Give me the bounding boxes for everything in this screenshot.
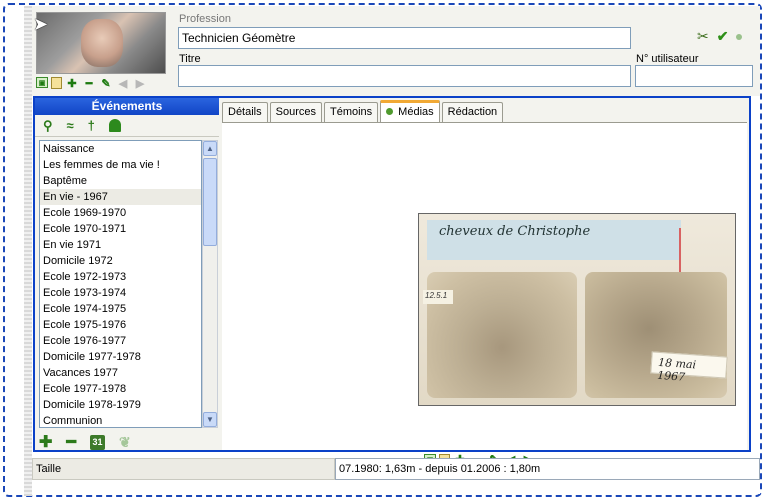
events-scrollbar[interactable]: ▲ ▼ bbox=[202, 140, 218, 428]
add-event-icon[interactable]: ✚ bbox=[39, 432, 52, 452]
tab-medias-label: Médias bbox=[398, 106, 434, 118]
media-small-tag: 12.5.1 bbox=[423, 290, 453, 304]
list-item[interactable]: Domicile 1977-1978 bbox=[40, 349, 201, 365]
attribute-label: Taille bbox=[32, 458, 335, 480]
list-item[interactable]: Domicile 1972 bbox=[40, 253, 201, 269]
events-panel: Événements ⚲ ≈ † Naissance Les femmes de… bbox=[35, 98, 219, 452]
header-actions: ✂ ✔ bbox=[697, 28, 743, 45]
media-image[interactable]: cheveux de Christophe 12.5.1 18 mai 1967 bbox=[418, 213, 736, 406]
calendar-icon[interactable]: 31 bbox=[90, 434, 106, 450]
photo-toolbar: ▣ ✚ ━ ✎ ◀ ▶ bbox=[36, 77, 147, 90]
profession-field[interactable]: Technicien Géomètre bbox=[178, 27, 631, 49]
list-item[interactable]: Ecole 1974-1975 bbox=[40, 301, 201, 317]
list-item[interactable]: Vacances 1977 bbox=[40, 365, 201, 381]
list-item[interactable]: Ecole 1972-1973 bbox=[40, 269, 201, 285]
tab-details[interactable]: Détails bbox=[222, 102, 268, 122]
media-dot-icon bbox=[386, 108, 394, 115]
tab-redaction[interactable]: Rédaction bbox=[441, 102, 504, 122]
scroll-thumb[interactable] bbox=[203, 158, 217, 246]
list-item[interactable]: Baptême bbox=[40, 173, 201, 189]
main-panel: Événements ⚲ ≈ † Naissance Les femmes de… bbox=[33, 96, 751, 466]
check-icon[interactable]: ✔ bbox=[717, 28, 729, 45]
photo-edit-icon[interactable]: ✎ bbox=[99, 77, 113, 90]
detail-tabs: Détails Sources Témoins Médias Rédaction bbox=[222, 100, 505, 122]
photo-remove-icon[interactable]: ━ bbox=[82, 77, 96, 90]
list-item[interactable]: Naissance bbox=[40, 141, 201, 157]
photo-add-icon[interactable]: ✚ bbox=[65, 77, 79, 90]
scroll-up-icon[interactable]: ▲ bbox=[203, 141, 217, 156]
events-title: Événements bbox=[35, 98, 219, 115]
scroll-down-icon[interactable]: ▼ bbox=[203, 412, 217, 427]
mouse-cursor-icon: ➤ bbox=[33, 14, 49, 34]
titre-label: Titre bbox=[179, 53, 201, 65]
events-footer-toolbar: ✚ ━ 31 ❦ bbox=[39, 432, 131, 452]
photo-prev-icon[interactable]: ◀ bbox=[116, 77, 130, 90]
tab-medias[interactable]: Médias bbox=[380, 100, 440, 122]
user-number-field[interactable] bbox=[635, 65, 753, 87]
profession-label: Profession bbox=[179, 13, 231, 25]
list-item[interactable]: Ecole 1969-1970 bbox=[40, 205, 201, 221]
list-item[interactable]: Ecole 1977-1978 bbox=[40, 381, 201, 397]
photo-view-icon[interactable]: ▣ bbox=[36, 77, 48, 88]
left-splitter[interactable] bbox=[24, 6, 32, 496]
scissors-icon[interactable]: ✂ bbox=[697, 28, 709, 45]
tab-temoins[interactable]: Témoins bbox=[323, 102, 379, 122]
list-item[interactable]: Ecole 1973-1974 bbox=[40, 285, 201, 301]
media-handwritten-label: cheveux de Christophe bbox=[427, 220, 681, 260]
events-toolbar: ⚲ ≈ † bbox=[35, 115, 219, 137]
attribute-row: Taille 07.1980: 1,63m - depuis 01.2006 :… bbox=[32, 458, 760, 494]
titre-field[interactable] bbox=[178, 65, 631, 87]
list-item[interactable]: Les femmes de ma vie ! bbox=[40, 157, 201, 173]
list-item[interactable]: Ecole 1976-1977 bbox=[40, 333, 201, 349]
media-date-tag: 18 mai 1967 bbox=[650, 351, 728, 384]
tab-sources[interactable]: Sources bbox=[269, 102, 322, 122]
leaf-icon[interactable]: ❦ bbox=[119, 434, 131, 451]
link-events-icon[interactable]: ⚲ bbox=[43, 118, 53, 134]
list-item[interactable]: Communion bbox=[40, 413, 201, 427]
tombstone-icon[interactable] bbox=[108, 119, 121, 132]
events-list[interactable]: Naissance Les femmes de ma vie ! Baptême… bbox=[39, 140, 202, 428]
media-tab-body: cheveux de Christophe 12.5.1 18 mai 1967… bbox=[222, 122, 747, 466]
photo-next-icon[interactable]: ▶ bbox=[133, 77, 147, 90]
list-item[interactable]: En vie 1971 bbox=[40, 237, 201, 253]
attribute-value[interactable]: 07.1980: 1,63m - depuis 01.2006 : 1,80m bbox=[335, 458, 760, 480]
event-detail-panel: Détails Sources Témoins Médias Rédaction… bbox=[220, 98, 749, 466]
status-dot-icon bbox=[736, 33, 743, 40]
remove-event-icon[interactable]: ━ bbox=[66, 432, 76, 452]
list-item[interactable]: Ecole 1970-1971 bbox=[40, 221, 201, 237]
list-item[interactable]: Ecole 1975-1976 bbox=[40, 317, 201, 333]
person-photo[interactable] bbox=[36, 12, 166, 74]
list-item[interactable]: Domicile 1978-1979 bbox=[40, 397, 201, 413]
approx-icon[interactable]: ≈ bbox=[67, 118, 74, 133]
user-number-label: N° utilisateur bbox=[636, 53, 699, 65]
photo-book-icon[interactable] bbox=[51, 77, 62, 89]
list-item-selected[interactable]: En vie - 1967 bbox=[40, 189, 201, 205]
cross-icon[interactable]: † bbox=[88, 118, 95, 133]
photo-face bbox=[81, 19, 123, 67]
